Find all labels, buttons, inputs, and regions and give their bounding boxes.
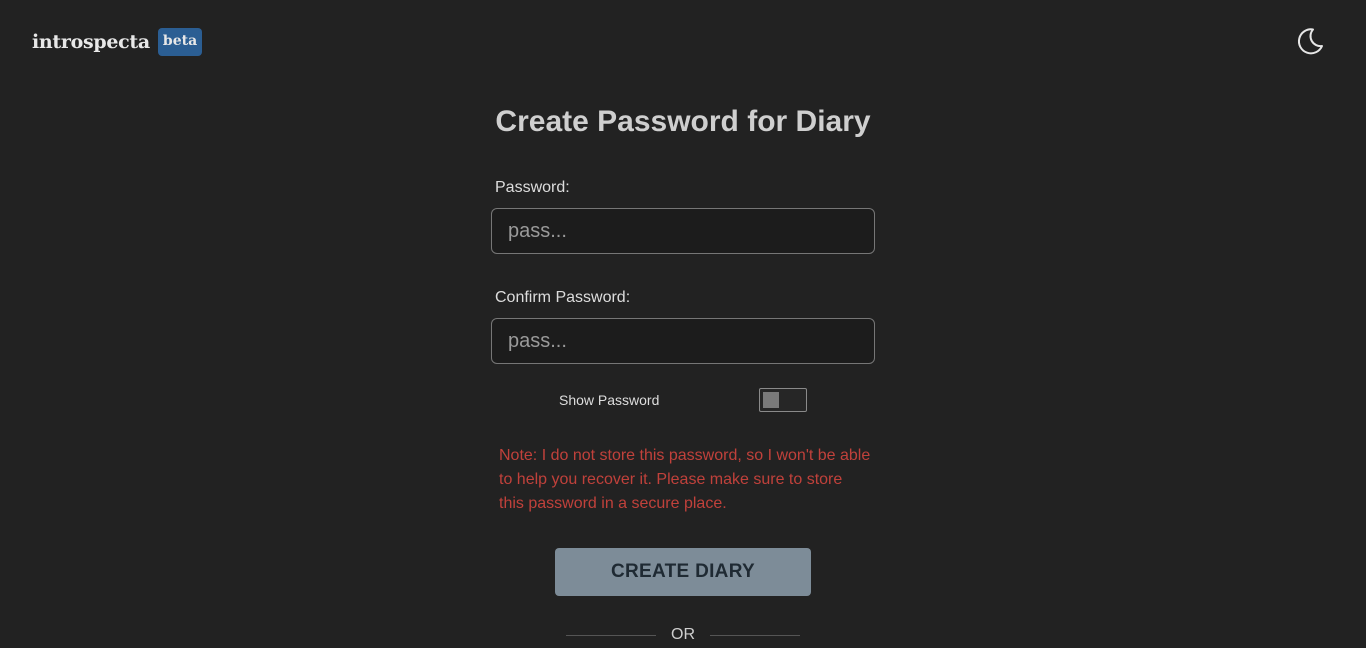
password-warning-note: Note: I do not store this password, so I… bbox=[499, 447, 871, 512]
show-password-row: Show Password bbox=[559, 388, 807, 412]
header: introspecta beta bbox=[0, 0, 1366, 84]
or-divider: OR bbox=[566, 626, 800, 646]
show-password-label: Show Password bbox=[559, 392, 660, 408]
logo[interactable]: introspecta beta bbox=[32, 28, 203, 56]
logo-text: introspecta bbox=[32, 31, 150, 53]
divider-line-right bbox=[710, 635, 800, 636]
moon-icon bbox=[1297, 28, 1323, 55]
password-label: Password: bbox=[495, 179, 570, 196]
dark-mode-toggle[interactable] bbox=[1294, 25, 1326, 57]
create-diary-button[interactable]: CREATE DIARY bbox=[555, 548, 811, 596]
confirm-password-input[interactable] bbox=[491, 318, 875, 364]
toggle-knob bbox=[763, 392, 779, 408]
password-input[interactable] bbox=[491, 208, 875, 254]
confirm-password-label: Confirm Password: bbox=[495, 289, 631, 306]
beta-badge: beta bbox=[157, 28, 203, 56]
page-title: Create Password for Diary bbox=[495, 105, 871, 138]
show-password-toggle[interactable] bbox=[759, 388, 807, 412]
create-password-form: Create Password for Diary Password: Conf… bbox=[491, 100, 875, 643]
